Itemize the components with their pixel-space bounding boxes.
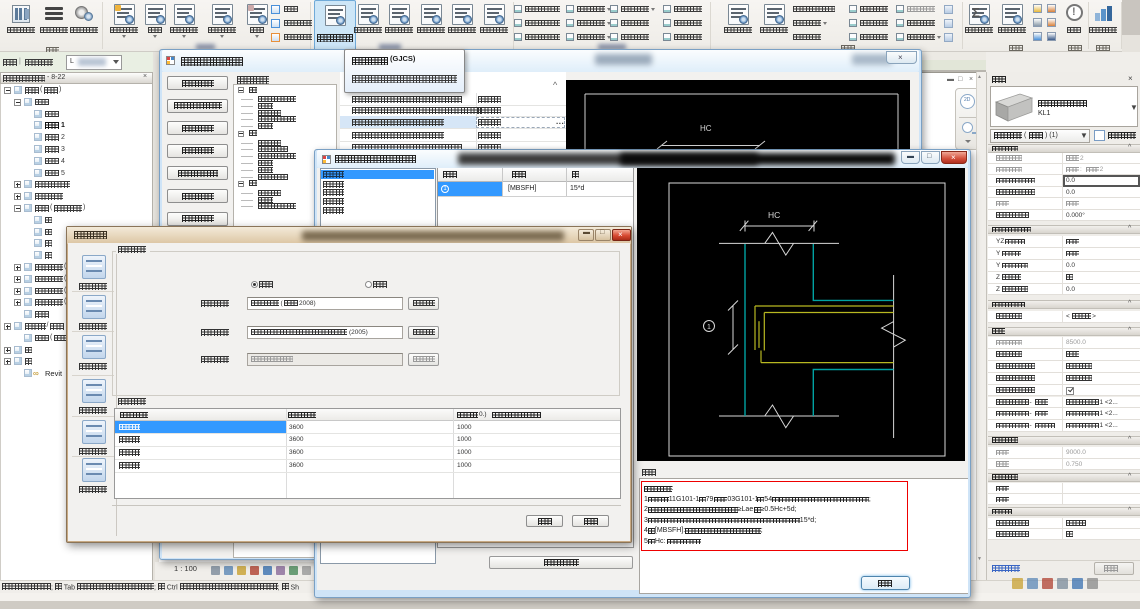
- svg-text:HC: HC: [700, 124, 712, 133]
- svg-text:1: 1: [707, 324, 711, 331]
- svg-text:HC: HC: [768, 210, 780, 220]
